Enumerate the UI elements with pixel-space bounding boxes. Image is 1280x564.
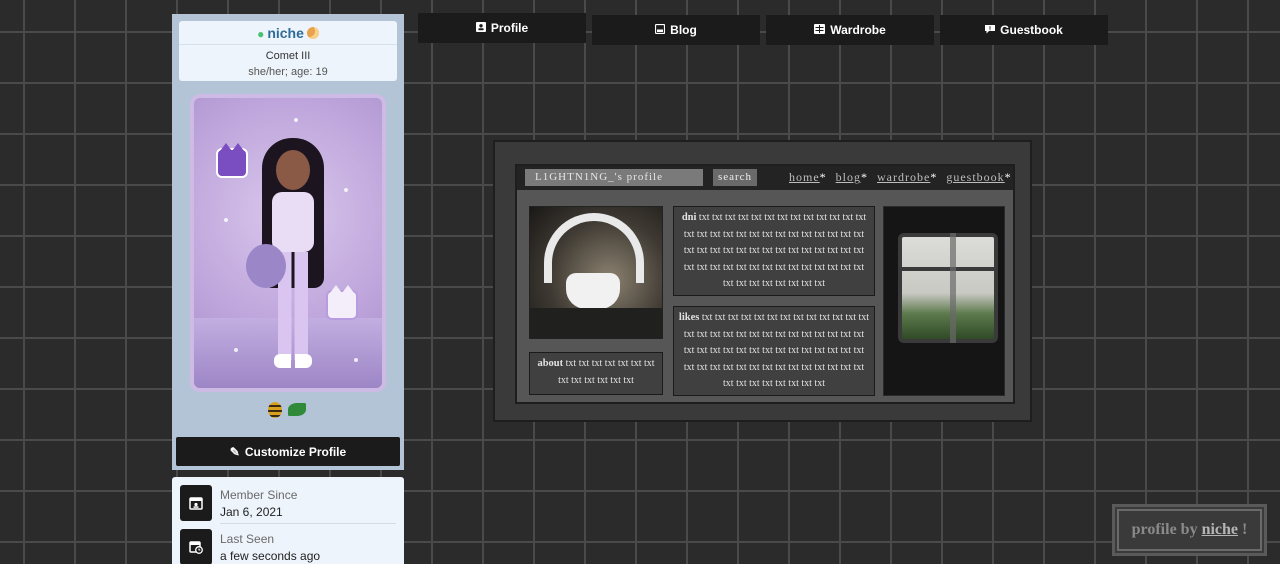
custom-profile-widget: L1GHTN1NG_'s profile search home* blog* … xyxy=(493,140,1032,422)
member-since-row: Member Since Jan 6, 2021 xyxy=(180,479,396,521)
train-window-image xyxy=(883,206,1005,396)
plush-toy-icon xyxy=(246,244,286,288)
user-pronouns-age: she/her; age: 19 xyxy=(248,66,328,78)
nav-item-blog: blog* xyxy=(835,170,869,184)
sparkle-icon xyxy=(234,348,238,352)
sparkle-icon xyxy=(224,218,228,222)
bee-badge-icon[interactable] xyxy=(268,402,282,418)
user-info-card: ● niche Comet III she/her; age: 19 xyxy=(179,21,397,81)
search-button[interactable]: search xyxy=(713,169,757,186)
profile-widget-header: L1GHTN1NG_'s profile search home* blog* … xyxy=(517,166,1013,190)
sparkle-icon xyxy=(344,188,348,192)
profile-name-field[interactable]: L1GHTN1NG_'s profile xyxy=(525,169,703,186)
member-since-label: Member Since xyxy=(220,488,298,502)
guestbook-icon xyxy=(985,23,996,37)
nav-link-home[interactable]: home xyxy=(789,170,820,184)
likes-box: likes txt txt txt txt txt txt txt txt tx… xyxy=(673,306,875,396)
sparkle-icon xyxy=(354,358,358,362)
about-title: about xyxy=(537,358,564,369)
tab-guestbook[interactable]: Guestbook xyxy=(940,15,1108,45)
dni-title: dni xyxy=(681,212,697,223)
stats-card: Member Since Jan 6, 2021 Last Seen a few… xyxy=(172,477,404,564)
tab-profile[interactable]: Profile xyxy=(418,13,586,43)
tab-guestbook-label: Guestbook xyxy=(1000,23,1063,37)
sparkle-icon xyxy=(294,118,298,122)
purple-cat-icon xyxy=(216,143,248,178)
username[interactable]: niche xyxy=(267,25,304,41)
profile-credit-box: profile by niche ! xyxy=(1112,504,1267,556)
moon-badge-icon xyxy=(306,27,319,39)
credit-suffix: ! xyxy=(1242,521,1248,538)
calendar-clock-icon xyxy=(180,529,212,564)
about-text: txt txt txt txt txt txt txt txt txt txt … xyxy=(558,358,655,386)
member-since-value: Jan 6, 2021 xyxy=(220,505,283,519)
white-cat-icon xyxy=(326,285,358,320)
id-card-icon xyxy=(475,21,486,35)
likes-text: txt txt txt txt txt txt txt txt txt txt … xyxy=(683,312,870,390)
likes-title: likes xyxy=(678,312,700,323)
badge-row xyxy=(268,402,308,418)
customize-profile-label: Customize Profile xyxy=(244,444,347,459)
username-row: ● niche xyxy=(179,21,397,45)
tab-blog[interactable]: Blog xyxy=(592,15,760,45)
profile-sidebar: ● niche Comet III she/her; age: 19 xyxy=(172,14,404,470)
nav-link-blog[interactable]: blog xyxy=(836,170,861,184)
profile-widget-inner: L1GHTN1NG_'s profile search home* blog* … xyxy=(515,164,1015,404)
dni-box: dni txt txt txt txt txt txt txt txt txt … xyxy=(673,206,875,296)
avatar-figure xyxy=(246,132,328,382)
last-seen-value: a few seconds ago xyxy=(220,549,321,563)
last-seen-row: Last Seen a few seconds ago xyxy=(180,523,396,564)
nav-link-wardrobe[interactable]: wardrobe xyxy=(877,170,930,184)
tab-wardrobe-label: Wardrobe xyxy=(830,23,886,37)
nav-item-wardrobe: wardrobe* xyxy=(877,170,938,184)
about-box: about txt txt txt txt txt txt txt txt tx… xyxy=(529,352,663,395)
online-status-icon: ● xyxy=(257,27,265,41)
avatar-image xyxy=(190,94,386,392)
last-seen-label: Last Seen xyxy=(220,532,275,546)
credit-prefix: profile by xyxy=(1131,521,1198,538)
wardrobe-icon xyxy=(814,23,826,37)
nav-item-home: home* xyxy=(789,170,827,184)
customize-profile-button[interactable]: ✎ Customize Profile xyxy=(176,437,400,466)
tab-wardrobe[interactable]: Wardrobe xyxy=(766,15,934,45)
calendar-user-icon xyxy=(180,485,212,521)
tab-profile-label: Profile xyxy=(490,21,529,35)
credit-link[interactable]: niche xyxy=(1202,521,1238,539)
nav-item-guestbook: guestbook* xyxy=(946,170,1012,184)
blog-icon xyxy=(655,23,666,37)
tab-blog-label: Blog xyxy=(670,23,697,37)
profile-credit-inner: profile by niche ! xyxy=(1117,509,1262,551)
nav-link-guestbook[interactable]: guestbook xyxy=(946,170,1004,184)
leaf-badge-icon[interactable] xyxy=(288,403,306,416)
profile-mini-nav: home* blog* wardrobe* guestbook* xyxy=(789,170,1012,185)
profile-photo xyxy=(529,206,663,339)
user-level: Comet III xyxy=(265,50,311,62)
dni-text: txt txt txt txt txt txt txt txt txt txt … xyxy=(683,212,867,290)
brush-icon: ✎ xyxy=(229,444,240,459)
